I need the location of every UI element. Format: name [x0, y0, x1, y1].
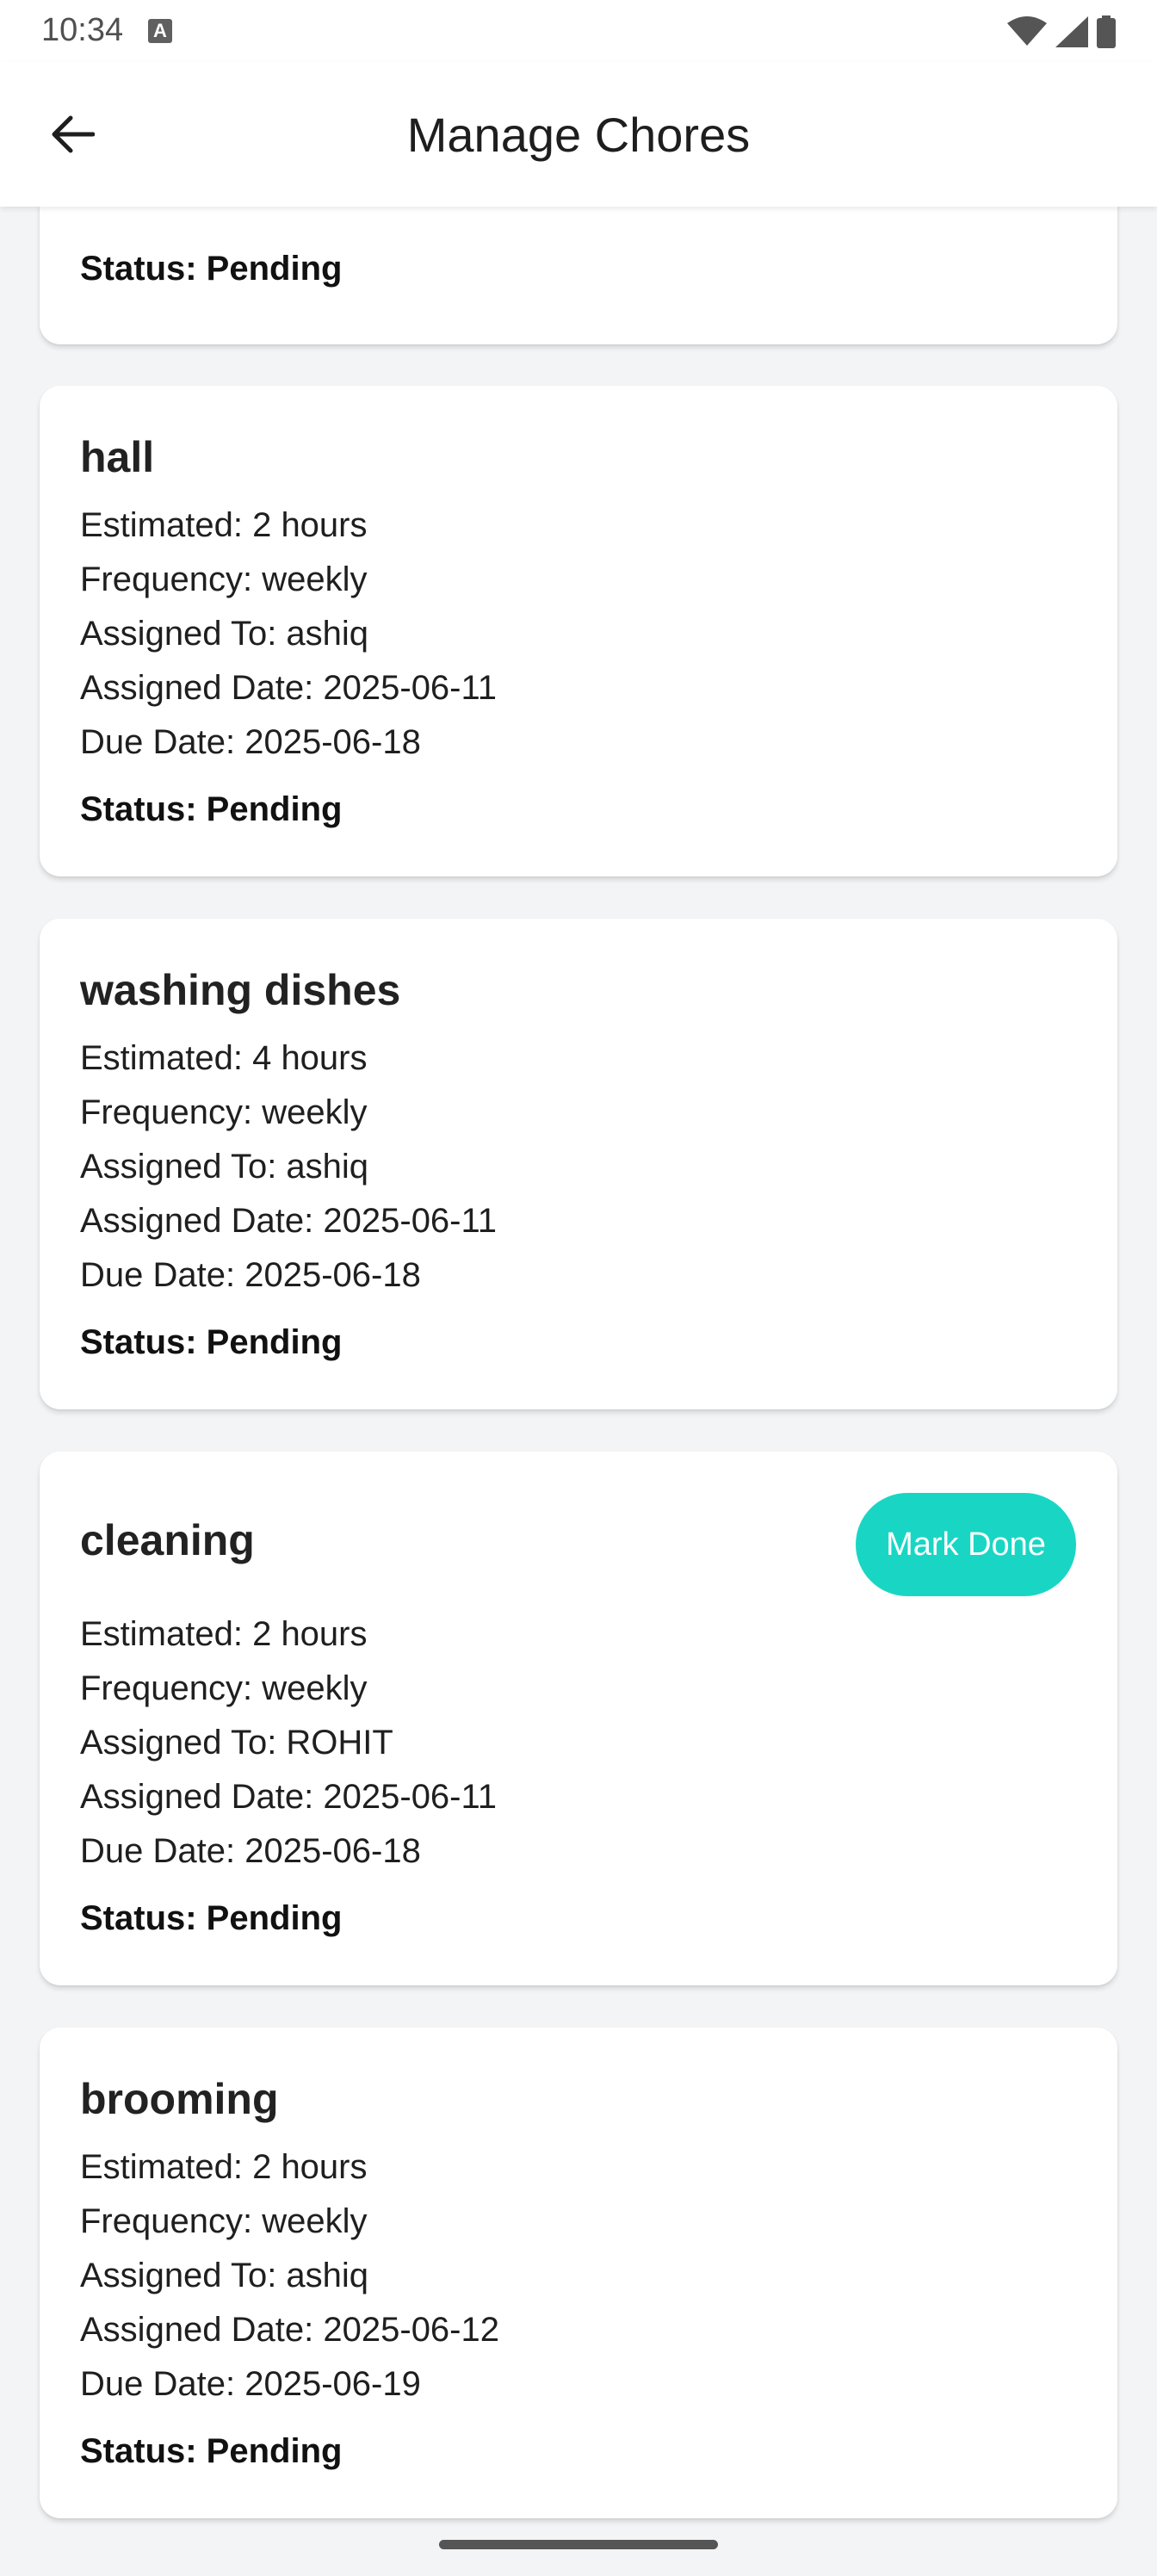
chore-title: washing dishes: [80, 966, 401, 1014]
app-bar: Manage Chores: [0, 62, 1157, 207]
chore-title: hall: [80, 433, 155, 481]
status-icons: [1007, 15, 1116, 48]
page-title: Manage Chores: [406, 108, 751, 162]
status-bar: 10:34 A: [0, 0, 1157, 62]
chore-estimated: Estimated: 2 hours: [80, 1615, 368, 1653]
home-indicator[interactable]: [439, 2540, 718, 2549]
chore-assigned-date: Assigned Date: 2025-06-12: [80, 2311, 499, 2349]
chore-assigned-to: Assigned To: ashiq: [80, 1148, 369, 1186]
chore-status: Status: Pending: [80, 250, 343, 288]
chore-frequency: Frequency: weekly: [80, 2202, 368, 2240]
chore-assigned-to: Assigned To: ashiq: [80, 615, 369, 653]
chore-assigned-to: Assigned To: ashiq: [80, 2257, 369, 2294]
chore-due-date: Due Date: 2025-06-18: [80, 1832, 421, 1870]
chore-assigned-to: Assigned To: ROHIT: [80, 1724, 393, 1762]
chore-status: Status: Pending: [80, 2432, 343, 2470]
chore-status: Status: Pending: [80, 790, 343, 828]
cellular-signal-icon: [1055, 16, 1088, 47]
chore-estimated: Estimated: 2 hours: [80, 2148, 368, 2186]
chore-title: cleaning: [80, 1516, 255, 1564]
chore-title: brooming: [80, 2075, 279, 2123]
chore-estimated: Estimated: 4 hours: [80, 1039, 368, 1077]
chore-due-date: Due Date: 2025-06-19: [80, 2365, 421, 2403]
chore-status: Status: Pending: [80, 1899, 343, 1937]
chore-card: washing dishes Estimated: 4 hours Freque…: [40, 919, 1117, 1409]
chore-card: Status: Pending: [40, 207, 1117, 344]
chore-frequency: Frequency: weekly: [80, 560, 368, 598]
status-time: 10:34: [41, 12, 124, 48]
chore-card: cleaning Mark Done Estimated: 2 hours Fr…: [40, 1452, 1117, 1985]
chore-card: hall Estimated: 2 hours Frequency: weekl…: [40, 386, 1117, 876]
chore-assigned-date: Assigned Date: 2025-06-11: [80, 669, 498, 707]
chore-assigned-date: Assigned Date: 2025-06-11: [80, 1778, 498, 1816]
battery-icon: [1097, 15, 1116, 48]
chore-status: Status: Pending: [80, 1323, 343, 1361]
chore-estimated: Estimated: 2 hours: [80, 506, 368, 544]
chore-assigned-date: Assigned Date: 2025-06-11: [80, 1202, 498, 1240]
chore-due-date: Due Date: 2025-06-18: [80, 1256, 421, 1294]
chore-frequency: Frequency: weekly: [80, 1093, 368, 1131]
chore-due-date: Due Date: 2025-06-18: [80, 723, 421, 761]
notification-a-icon: A: [148, 19, 172, 43]
chore-card: brooming Estimated: 2 hours Frequency: w…: [40, 2028, 1117, 2518]
chore-frequency: Frequency: weekly: [80, 1669, 368, 1707]
mark-done-button[interactable]: Mark Done: [856, 1493, 1076, 1596]
wifi-icon: [1007, 16, 1047, 46]
chore-list[interactable]: Status: Pending hall Estimated: 2 hours …: [0, 207, 1157, 2576]
